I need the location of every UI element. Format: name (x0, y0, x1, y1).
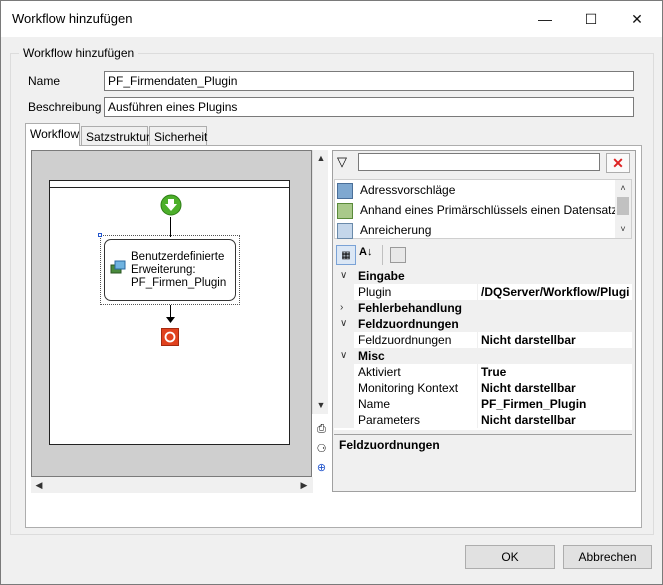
collapse-icon[interactable]: ∨ (340, 318, 347, 329)
list-item-icon (337, 223, 353, 239)
canvas-horizontal-scrollbar[interactable]: ◀ ▶ (31, 477, 313, 493)
row-gutter (334, 380, 354, 396)
canvas-header-line (49, 187, 290, 188)
maximize-icon[interactable]: ☐ (568, 1, 614, 37)
tab-sicherheit[interactable]: Sicherheit (149, 126, 207, 146)
list-item[interactable]: Anreicherung (360, 223, 431, 237)
property-name: Aktiviert (358, 365, 401, 379)
arrow-down-icon (166, 317, 175, 323)
minimize-icon[interactable]: — (522, 1, 568, 37)
property-row[interactable]: Plugin/DQServer/Workflow/Plugi (334, 284, 632, 300)
row-gutter (334, 412, 354, 428)
start-node-icon[interactable] (159, 193, 183, 217)
property-category-row[interactable]: ∨ Feldzuordnungen (334, 316, 632, 332)
property-value[interactable]: Nicht darstellbar (481, 413, 631, 427)
column-separator (477, 284, 478, 300)
scroll-down-icon[interactable]: ˅ (615, 221, 631, 237)
scroll-up-icon[interactable]: ˄ (615, 180, 631, 196)
property-name: Feldzuordnungen (358, 333, 452, 347)
list-item[interactable]: Adressvorschläge (360, 183, 455, 197)
selection-handle[interactable] (98, 233, 102, 237)
plugin-node-label: Benutzerdefinierte Erweiterung: PF_Firme… (131, 251, 226, 290)
property-row[interactable]: Parameters Nicht darstellbar (334, 412, 632, 428)
collapse-icon[interactable]: ∨ (340, 350, 347, 361)
property-grid[interactable]: ∨ Eingabe Plugin/DQServer/Workflow/Plugi › F… (334, 268, 632, 430)
collapse-icon[interactable]: ∨ (340, 270, 347, 281)
row-gutter (334, 364, 354, 380)
zoom-icon[interactable]: ⊕ (313, 459, 330, 476)
connector-line (170, 217, 171, 237)
tab-satzstruktur[interactable]: Satzstruktur (81, 126, 150, 146)
categorized-view-icon[interactable]: ▦ (336, 245, 356, 265)
scroll-up-icon[interactable]: ▲ (313, 150, 329, 166)
sort-alpha-icon[interactable]: A↓ (359, 246, 372, 258)
list-item[interactable]: Anhand eines Primärschlüssels einen Date… (360, 203, 615, 217)
group-legend: Workflow hinzufügen (19, 46, 139, 60)
property-value[interactable]: True (481, 365, 631, 379)
property-value[interactable]: /DQServer/Workflow/Plugi (481, 285, 631, 299)
column-separator (477, 396, 478, 412)
scroll-down-icon[interactable]: ▼ (313, 397, 329, 413)
property-category-row[interactable]: ∨ Misc (334, 348, 632, 364)
row-gutter (334, 396, 354, 412)
property-value[interactable]: Nicht darstellbar (481, 333, 631, 347)
list-item-icon (337, 203, 353, 219)
title-bar: Workflow hinzufügen — ☐ ✕ (1, 1, 662, 37)
close-icon[interactable]: ✕ (614, 1, 660, 37)
property-value[interactable]: PF_Firmen_Plugin (481, 397, 631, 411)
tab-workflow[interactable]: Workflow (25, 123, 80, 146)
column-separator (477, 332, 478, 348)
scroll-thumb[interactable] (617, 197, 629, 215)
property-category-row[interactable]: ∨ Eingabe (334, 268, 632, 284)
column-separator (477, 380, 478, 396)
plugin-icon (110, 260, 126, 274)
canvas-vertical-scrollbar[interactable]: ▲ ▼ (312, 150, 328, 414)
property-value[interactable]: Nicht darstellbar (481, 381, 631, 395)
property-name: Plugin (358, 285, 392, 299)
node-label-line: PF_Firmen_Plugin (131, 277, 227, 289)
column-separator (477, 412, 478, 428)
property-pages-icon[interactable] (390, 247, 406, 263)
clear-search-icon[interactable]: ✕ (606, 153, 630, 173)
property-category-row[interactable]: › Fehlerbehandlung (334, 300, 632, 316)
name-field[interactable]: PF_Firmendaten_Plugin (104, 71, 634, 91)
tool-list-scrollbar[interactable]: ˄ ˅ (615, 180, 631, 238)
end-node-icon[interactable] (161, 328, 179, 346)
expand-icon[interactable]: › (340, 302, 343, 313)
property-name: Name (358, 397, 391, 411)
binoculars-icon[interactable]: ⚆ (313, 440, 330, 457)
name-label: Name (28, 74, 61, 88)
property-name: Monitoring Kontext (358, 381, 459, 395)
property-description-title: Feldzuordnungen (339, 438, 440, 452)
column-separator (477, 364, 478, 380)
scroll-left-icon[interactable]: ◀ (31, 477, 47, 493)
filter-icon[interactable]: ▽ (337, 154, 347, 170)
property-category-label: Eingabe (358, 269, 405, 283)
property-category-label: Fehlerbehandlung (358, 301, 463, 315)
dialog-window: Workflow hinzufügen — ☐ ✕ Workflow hinzu… (0, 0, 663, 585)
property-name: Parameters (358, 413, 421, 427)
row-gutter (334, 332, 354, 348)
node-label-line: Erweiterung: (131, 264, 196, 276)
property-row[interactable]: Aktiviert True (334, 364, 632, 380)
scroll-right-icon[interactable]: ▶ (296, 477, 312, 493)
row-gutter (334, 284, 354, 300)
window-title: Workflow hinzufügen (12, 11, 133, 26)
node-label-line: Benutzerdefinierte (131, 251, 225, 263)
property-category-label: Misc (358, 349, 385, 363)
toolbar-separator (382, 245, 383, 265)
property-row[interactable]: Feldzuordnungen Nicht darstellbar (334, 332, 632, 348)
ok-button[interactable]: OK (465, 545, 555, 569)
property-row[interactable]: Name PF_Firmen_Plugin (334, 396, 632, 412)
description-field[interactable]: Ausführen eines Plugins (104, 97, 634, 117)
print-icon[interactable]: ⎙ (313, 421, 330, 438)
tool-search-input[interactable] (358, 153, 600, 171)
description-label: Beschreibung (28, 100, 102, 114)
cancel-button[interactable]: Abbrechen (563, 545, 652, 569)
property-category-label: Feldzuordnungen (358, 317, 459, 331)
property-row[interactable]: Monitoring Kontext Nicht darstellbar (334, 380, 632, 396)
list-item-icon (337, 183, 353, 199)
